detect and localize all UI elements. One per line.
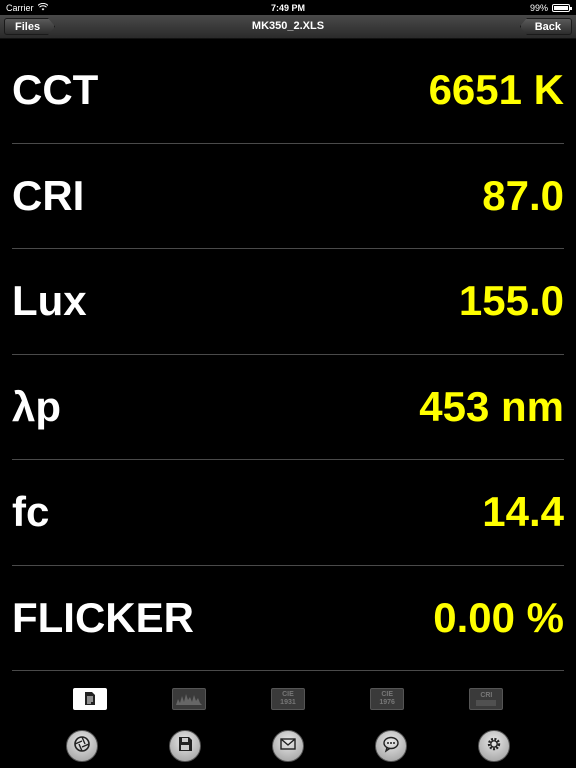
status-bar: Carrier 7:49 PM 99% (0, 0, 576, 15)
mail-icon (279, 735, 297, 758)
page-title: MK350_2.XLS (251, 20, 325, 32)
chat-button[interactable] (375, 730, 408, 762)
measurement-value: 0.00 % (433, 593, 564, 641)
mail-button[interactable] (271, 730, 304, 762)
measurement-value: 87.0 (482, 171, 564, 219)
cie-1976-icon: CIE 1976 (379, 691, 395, 707)
battery-percent: 99% (529, 2, 548, 13)
tab-text-top: CIE (282, 691, 294, 698)
document-icon (84, 691, 96, 708)
spectrum-icon (175, 690, 203, 708)
measurement-label: λp (12, 382, 62, 430)
bottom-toolbar (0, 724, 576, 768)
measurement-row-lux: Lux 155.0 (12, 249, 564, 355)
measurement-label: fc (12, 488, 50, 536)
measurement-row-fc: fc 14.4 (12, 460, 564, 566)
measurement-list: CCT 6651 K CRI 87.0 Lux 155.0 λp 453 nm … (12, 38, 564, 671)
measurement-row-peak-wavelength: λp 453 nm (12, 355, 564, 460)
clock: 7:49 PM (270, 2, 305, 13)
wifi-icon (37, 2, 48, 13)
measurement-label: CCT (12, 66, 99, 114)
measurement-value: 453 nm (419, 382, 564, 430)
back-button[interactable]: Back (519, 18, 572, 35)
measurement-value: 6651 K (428, 66, 564, 114)
battery-icon (552, 3, 572, 12)
tab-cri[interactable]: CRI (469, 688, 504, 710)
measure-button[interactable] (65, 730, 98, 762)
tab-text-bottom: 1931 (280, 699, 296, 706)
measurement-label: Lux (12, 277, 87, 325)
measurement-label: CRI (12, 171, 85, 219)
save-icon (176, 735, 194, 758)
measurement-row-cct: CCT 6651 K (12, 38, 564, 144)
tab-cie-1931[interactable]: CIE 1931 (270, 688, 305, 710)
tab-text-top: CIE (381, 691, 393, 698)
files-button[interactable]: Files (4, 18, 56, 35)
tab-text-bottom: 1976 (379, 699, 395, 706)
save-button[interactable] (168, 730, 201, 762)
measurement-label: FLICKER (12, 593, 194, 641)
page-tabs: CIE 1931 CIE 1976 CRI (0, 686, 576, 712)
tab-spectrum[interactable] (171, 688, 206, 710)
nav-bar: MK350_2.XLS Files Back (0, 15, 576, 39)
tab-document[interactable] (72, 688, 107, 710)
carrier-label: Carrier (6, 2, 34, 13)
measurement-value: 14.4 (482, 488, 564, 536)
cri-icon: CRI (475, 692, 497, 706)
cie-1931-icon: CIE 1931 (280, 691, 296, 707)
measurement-row-flicker: FLICKER 0.00 % (12, 566, 564, 671)
chat-icon (382, 735, 400, 758)
tab-cie-1976[interactable]: CIE 1976 (370, 688, 405, 710)
measurement-row-cri: CRI 87.0 (12, 144, 564, 249)
tab-text-top: CRI (480, 692, 493, 699)
settings-button[interactable] (478, 730, 511, 762)
gear-icon (485, 735, 503, 758)
aperture-icon (73, 735, 91, 758)
measurement-value: 155.0 (458, 277, 564, 325)
